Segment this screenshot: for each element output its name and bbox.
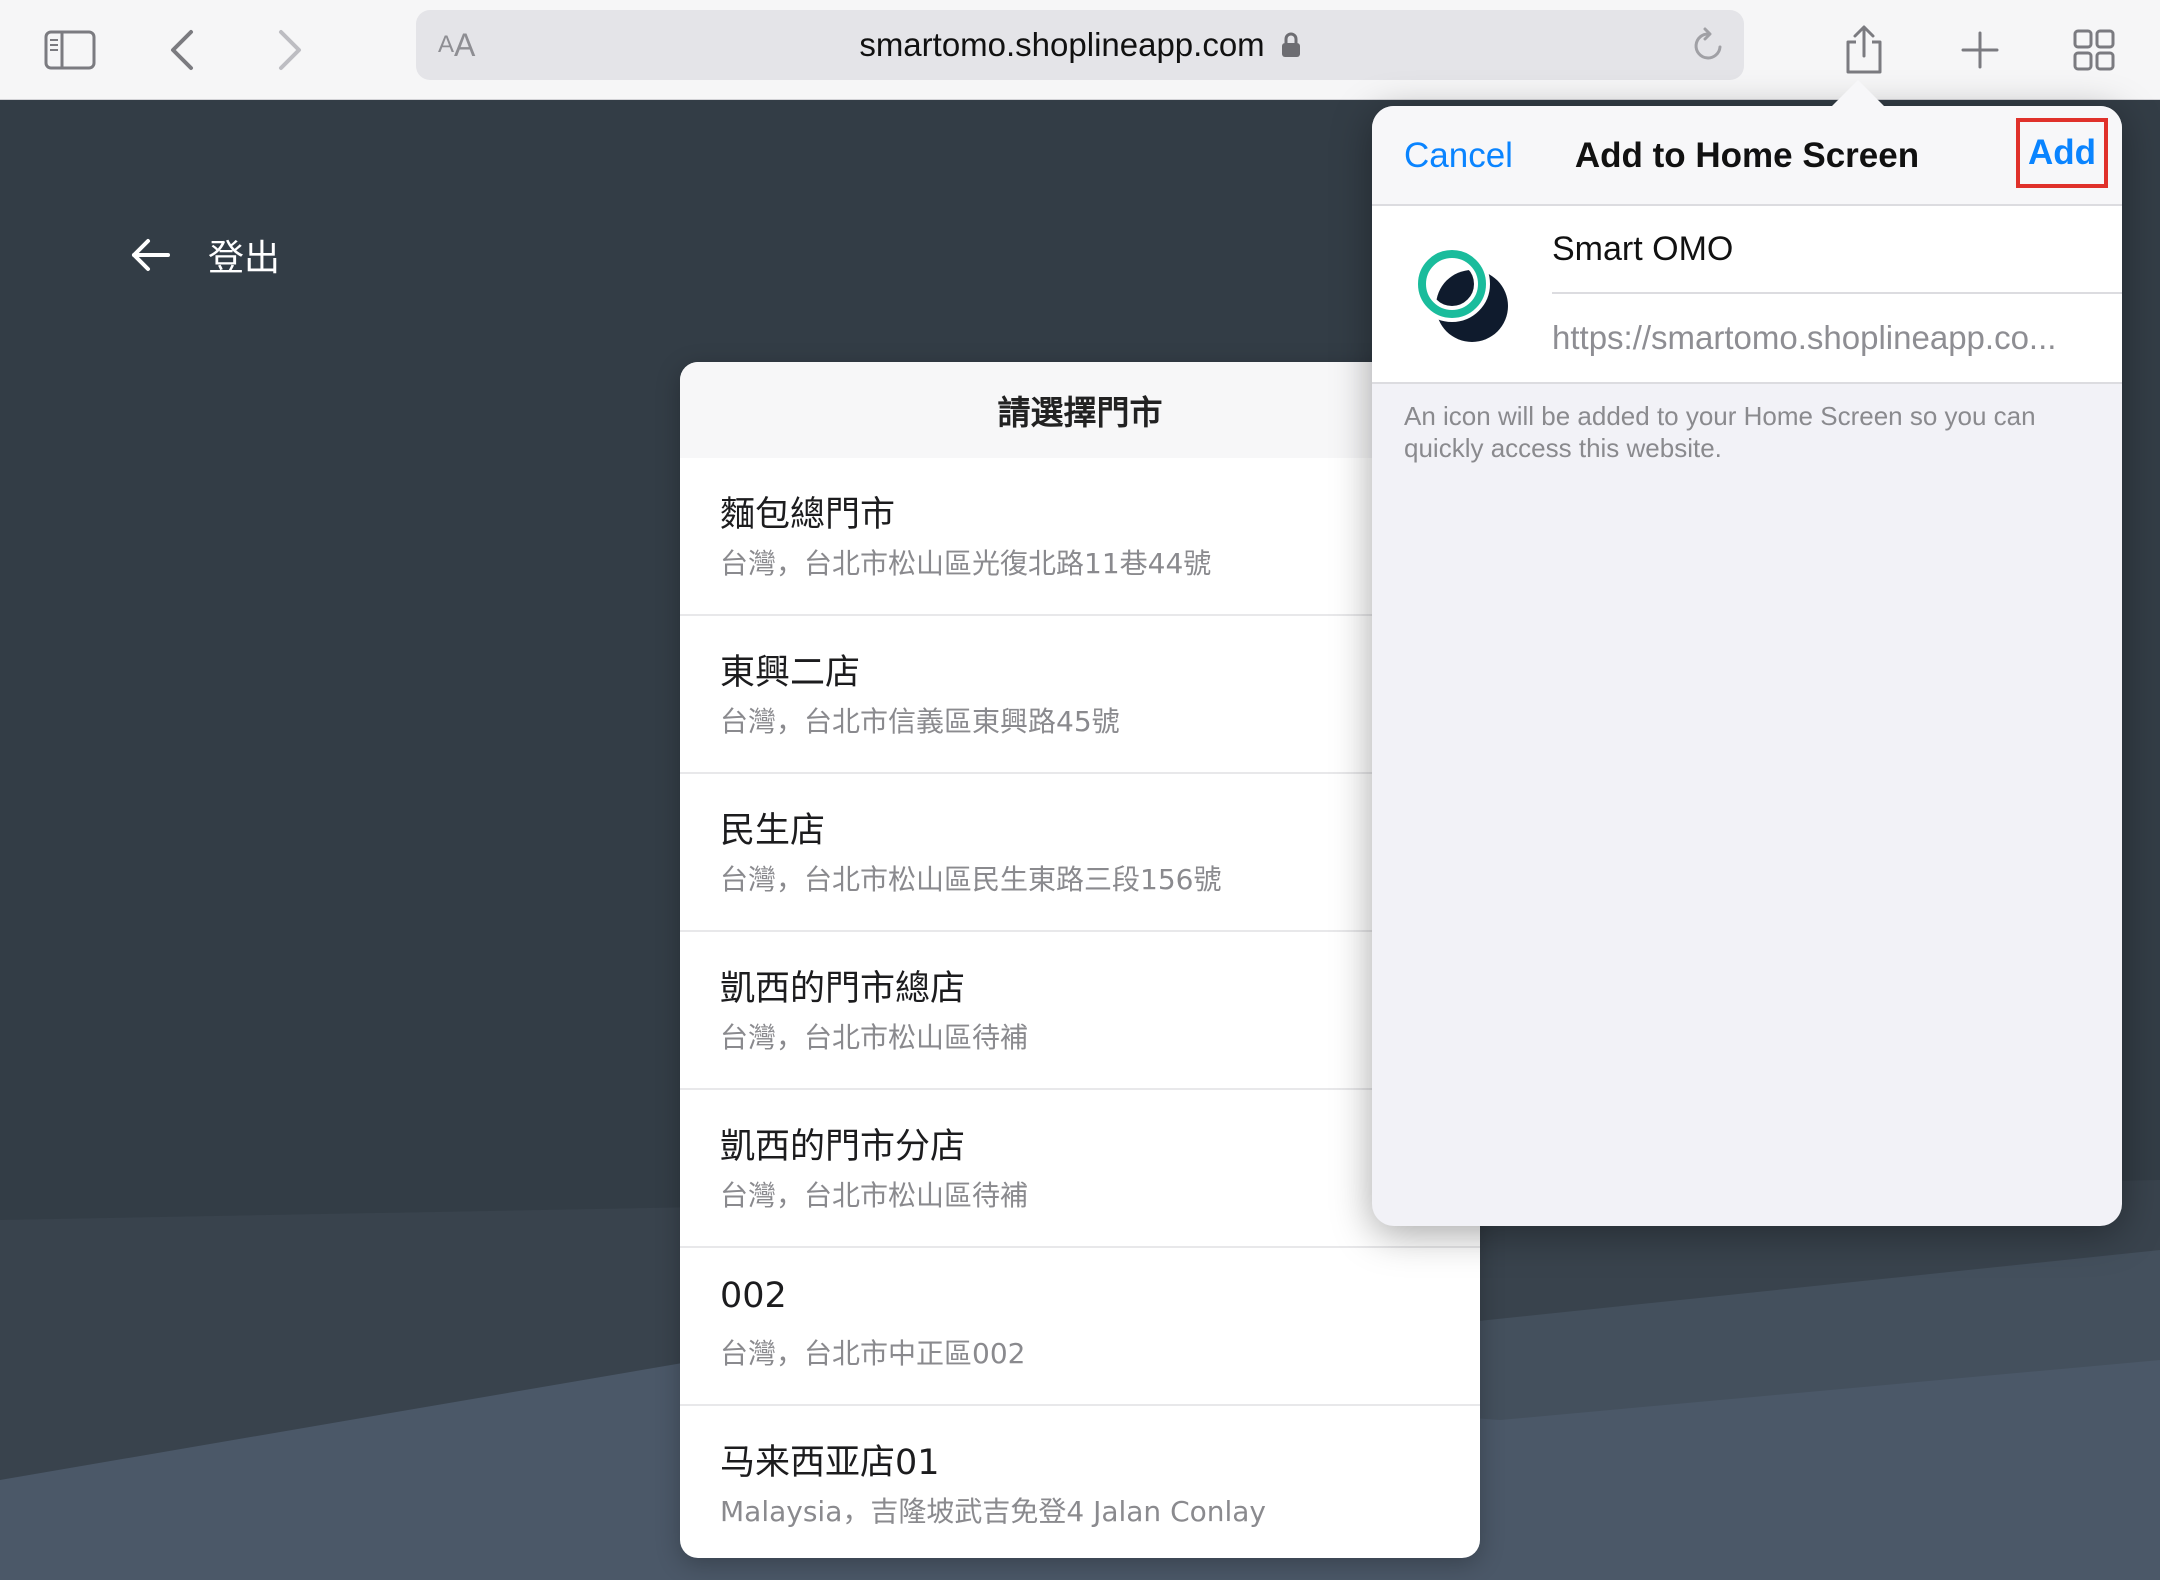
store-item[interactable]: 民生店 台灣，台北市松山區民生東路三段156號 [680, 774, 1480, 932]
url-display[interactable]: smartomo.shoplineapp.com [416, 10, 1744, 80]
popover-header: Cancel Add to Home Screen Add [1372, 106, 2122, 206]
store-address: 台灣，台北市松山區光復北路11巷44號 [720, 547, 1212, 580]
store-item[interactable]: 马来西亚店01 Malaysia，吉隆坡武吉免登4 Jalan Conlay [680, 1406, 1480, 1558]
store-name: 東興二店 [720, 653, 861, 693]
chevron-right-icon[interactable] [268, 0, 312, 100]
store-name: 民生店 [720, 811, 826, 851]
store-name: 凱西的門市總店 [720, 969, 966, 1009]
add-button[interactable]: Add [2016, 118, 2108, 188]
store-address: 台灣，台北市松山區待補 [720, 1021, 1029, 1054]
screen: AA smartomo.shoplineapp.com 登出 請選擇門市 麵包總… [0, 0, 2160, 1580]
logout-label: 登出 [208, 238, 281, 279]
plus-icon[interactable] [1958, 0, 2002, 100]
store-name: 凱西的門市分店 [720, 1127, 966, 1167]
logout-button[interactable]: 登出 [130, 225, 280, 285]
address-bar[interactable]: AA smartomo.shoplineapp.com [416, 10, 1744, 80]
store-address: 台灣，台北市松山區民生東路三段156號 [720, 863, 1222, 896]
store-list: 麵包總門市 台灣，台北市松山區光復北路11巷44號 東興二店 台灣，台北市信義區… [680, 458, 1480, 1558]
store-address: 台灣，台北市中正區002 [720, 1337, 1026, 1370]
store-item[interactable]: 凱西的門市分店 台灣，台北市松山區待補 [680, 1090, 1480, 1248]
store-item[interactable]: 麵包總門市 台灣，台北市松山區光復北路11巷44號 [680, 458, 1480, 616]
app-url-text: https://smartomo.shoplineapp.co... [1552, 319, 2057, 356]
store-name: 麵包總門市 [720, 495, 896, 535]
app-info: Smart OMO https://smartomo.shoplineapp.c… [1372, 206, 2122, 384]
lock-icon [1281, 32, 1301, 58]
store-address: 台灣，台北市信義區東興路45號 [720, 705, 1120, 738]
sidebar-icon[interactable] [40, 0, 100, 100]
store-picker-title: 請選擇門市 [680, 362, 1480, 458]
url-text: smartomo.shoplineapp.com [859, 26, 1265, 63]
add-to-home-screen-popover: Cancel Add to Home Screen Add Smart OMO … [1372, 80, 2122, 1226]
store-address: 台灣，台北市松山區待補 [720, 1179, 1029, 1212]
store-item[interactable]: 002 台灣，台北市中正區002 [680, 1248, 1480, 1406]
popover-arrow [1830, 80, 1886, 108]
chevron-left-icon[interactable] [160, 0, 204, 100]
store-name: 002 [720, 1276, 787, 1316]
store-address: Malaysia，吉隆坡武吉免登4 Jalan Conlay [720, 1495, 1267, 1528]
popover-note: An icon will be added to your Home Scree… [1404, 401, 2036, 463]
store-picker: 請選擇門市 麵包總門市 台灣，台北市松山區光復北路11巷44號 東興二店 台灣，… [680, 362, 1480, 1558]
store-name: 马来西亚店01 [720, 1443, 940, 1483]
app-logo-icon [1408, 242, 1518, 352]
cancel-button[interactable]: Cancel [1404, 106, 1513, 206]
store-item[interactable]: 凱西的門市總店 台灣，台北市松山區待補 [680, 932, 1480, 1090]
reload-icon[interactable] [1692, 10, 1726, 80]
store-item[interactable]: 東興二店 台灣，台北市信義區東興路45號 [680, 616, 1480, 774]
tabs-grid-icon[interactable] [2072, 0, 2116, 100]
app-name-field[interactable]: Smart OMO [1552, 206, 2122, 294]
arrow-left-icon [130, 237, 172, 273]
